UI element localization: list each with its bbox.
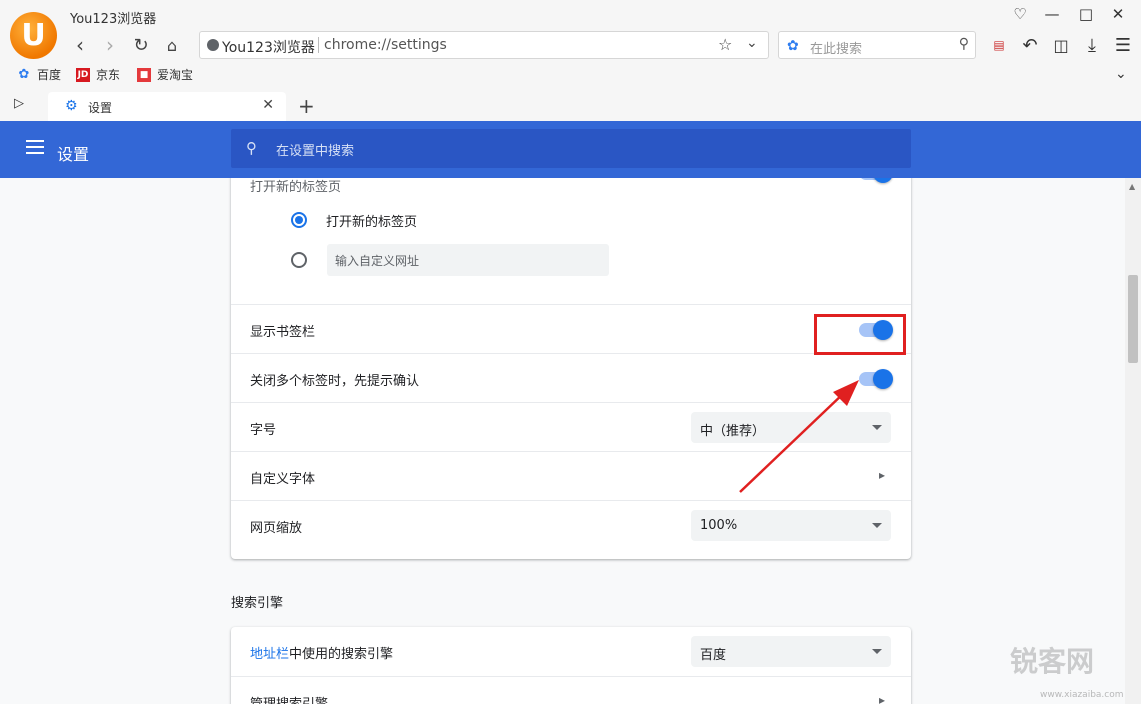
settings-header: 设置 ⚲ 在设置中搜索	[0, 121, 1141, 178]
dropdown-arrow-icon	[872, 523, 882, 528]
chevron-right-icon: ▸	[878, 693, 885, 704]
font-size-label: 字号	[250, 423, 277, 438]
gear-icon: ⚙	[65, 98, 78, 114]
watermark-url: www.xiazaiba.com	[1040, 690, 1124, 700]
bookmark-star-icon[interactable]: ☆	[718, 35, 732, 54]
address-divider	[318, 37, 319, 53]
custom-url-input[interactable]: 输入自定义网址	[327, 244, 609, 276]
extensions-icon[interactable]: ◫	[1049, 33, 1073, 57]
undo-close-icon[interactable]: ↶	[1018, 33, 1042, 57]
reload-icon[interactable]: ↻	[129, 33, 153, 57]
annotation-arrow	[739, 380, 859, 493]
radio-custom-url[interactable]	[291, 252, 307, 268]
pdf-icon[interactable]: ▤	[987, 33, 1011, 57]
bookmark-taobao[interactable]: ■ 爱淘宝	[137, 66, 193, 83]
radio-new-tab[interactable]	[291, 212, 307, 228]
settings-title: 设置	[57, 145, 90, 164]
row-show-bookmarks-bar[interactable]: 显示书签栏	[231, 304, 911, 353]
app-title: You123浏览器	[70, 12, 157, 27]
address-url[interactable]: chrome://settings	[324, 37, 447, 53]
dropdown-arrow-icon	[872, 425, 882, 430]
search-engine-section-title: 搜索引擎	[231, 596, 284, 611]
search-input[interactable]: 在此搜索	[810, 38, 862, 57]
baidu-paw-icon: ✿	[787, 38, 799, 54]
bookmark-baidu[interactable]: ✿ 百度	[17, 66, 61, 83]
row-manage-search-engines[interactable]: 管理搜索引擎 ▸	[231, 676, 911, 704]
bookmarks-bar: ✿ 百度 JD 京东 ■ 爱淘宝 ⌄	[0, 64, 1141, 86]
manage-search-engines-label: 管理搜索引擎	[250, 693, 328, 704]
custom-fonts-label: 自定义字体	[250, 472, 316, 487]
page-scrollbar[interactable]: ▲	[1125, 178, 1141, 704]
new-tab-icon[interactable]: +	[298, 94, 315, 118]
settings-search-input[interactable]: ⚲ 在设置中搜索	[231, 129, 911, 168]
search-engine-select[interactable]: 百度	[691, 636, 891, 667]
row-search-engine: 地址栏中使用的搜索引擎 百度	[231, 627, 911, 676]
site-info-icon[interactable]	[207, 39, 219, 51]
address-bar[interactable]: You123浏览器 chrome://settings ☆ ⌄	[199, 31, 769, 59]
addressbar-link[interactable]: 地址栏	[250, 647, 289, 662]
browser-logo: U	[10, 12, 57, 59]
bookmarks-overflow-icon[interactable]: ⌄	[1115, 66, 1127, 82]
radio-new-tab-label: 打开新的标签页	[326, 215, 418, 230]
download-icon[interactable]: ⤓	[1080, 33, 1104, 57]
bookmark-jd[interactable]: JD 京东	[76, 66, 120, 83]
tab-settings[interactable]: ⚙ 设置 ✕	[48, 92, 286, 121]
scroll-thumb[interactable]	[1128, 275, 1138, 363]
skin-icon[interactable]: ♡	[1008, 2, 1032, 26]
search-box[interactable]: ✿ 在此搜索 ⚲	[778, 31, 976, 59]
baidu-paw-icon: ✿	[18, 67, 30, 82]
appearance-card: 打开新的标签页 打开新的标签页 输入自定义网址 显示书签栏 关闭多个标签时，先提…	[231, 178, 911, 559]
browser-top-bar: U You123浏览器 ‹ › ↻ ⌂ You123浏览器 chrome://s…	[0, 0, 1141, 64]
menu-icon[interactable]: ☰	[1111, 33, 1135, 57]
scroll-up-icon[interactable]: ▲	[1129, 182, 1135, 191]
search-icon: ⚲	[246, 139, 257, 157]
bookmark-label: 爱淘宝	[157, 68, 194, 82]
search-engine-card: 地址栏中使用的搜索引擎 百度 管理搜索引擎 ▸	[231, 627, 911, 704]
confirm-close-tabs-label: 关闭多个标签时，先提示确认	[250, 374, 420, 389]
back-icon[interactable]: ‹	[68, 33, 92, 57]
page-zoom-value: 100%	[700, 518, 738, 533]
chevron-down-icon[interactable]: ⌄	[746, 35, 758, 51]
bookmark-label: 百度	[37, 68, 62, 82]
hamburger-menu-icon[interactable]	[26, 140, 44, 154]
search-engine-label: 地址栏中使用的搜索引擎	[250, 643, 393, 662]
search-engine-value: 百度	[700, 648, 727, 663]
address-site-name: You123浏览器	[222, 40, 315, 56]
tab-strip: ▷ ⚙ 设置 ✕ +	[0, 88, 1141, 121]
new-tab-heading: 打开新的标签页	[250, 180, 342, 195]
sidebar-toggle-icon[interactable]: ▷	[14, 96, 24, 111]
page-zoom-select[interactable]: 100%	[691, 510, 891, 541]
highlight-box	[814, 314, 906, 355]
search-engine-label-rest: 中使用的搜索引擎	[289, 647, 394, 662]
search-icon[interactable]: ⚲	[959, 36, 969, 52]
watermark-brand: 锐客网	[1010, 645, 1095, 678]
minimize-icon[interactable]: —	[1040, 2, 1064, 26]
maximize-icon[interactable]: □	[1074, 2, 1098, 26]
dropdown-arrow-icon	[872, 649, 882, 654]
tab-title: 设置	[88, 101, 113, 115]
jd-logo-icon: JD	[76, 67, 90, 82]
close-icon[interactable]: ✕	[262, 97, 274, 113]
home-icon[interactable]: ⌂	[160, 33, 184, 57]
show-bookmarks-bar-label: 显示书签栏	[250, 325, 316, 340]
close-window-icon[interactable]: ✕	[1106, 2, 1130, 26]
row-page-zoom: 网页缩放 100%	[231, 500, 911, 549]
chevron-right-icon: ▸	[878, 468, 885, 482]
page-zoom-label: 网页缩放	[250, 521, 303, 536]
forward-icon[interactable]: ›	[98, 33, 122, 57]
taobao-logo-icon: ■	[137, 67, 151, 82]
bookmark-label: 京东	[96, 68, 121, 82]
settings-search-placeholder: 在设置中搜索	[276, 144, 355, 159]
partial-toggle[interactable]	[859, 178, 893, 183]
custom-url-placeholder: 输入自定义网址	[335, 254, 420, 268]
settings-content: 打开新的标签页 打开新的标签页 输入自定义网址 显示书签栏 关闭多个标签时，先提…	[0, 178, 1141, 704]
